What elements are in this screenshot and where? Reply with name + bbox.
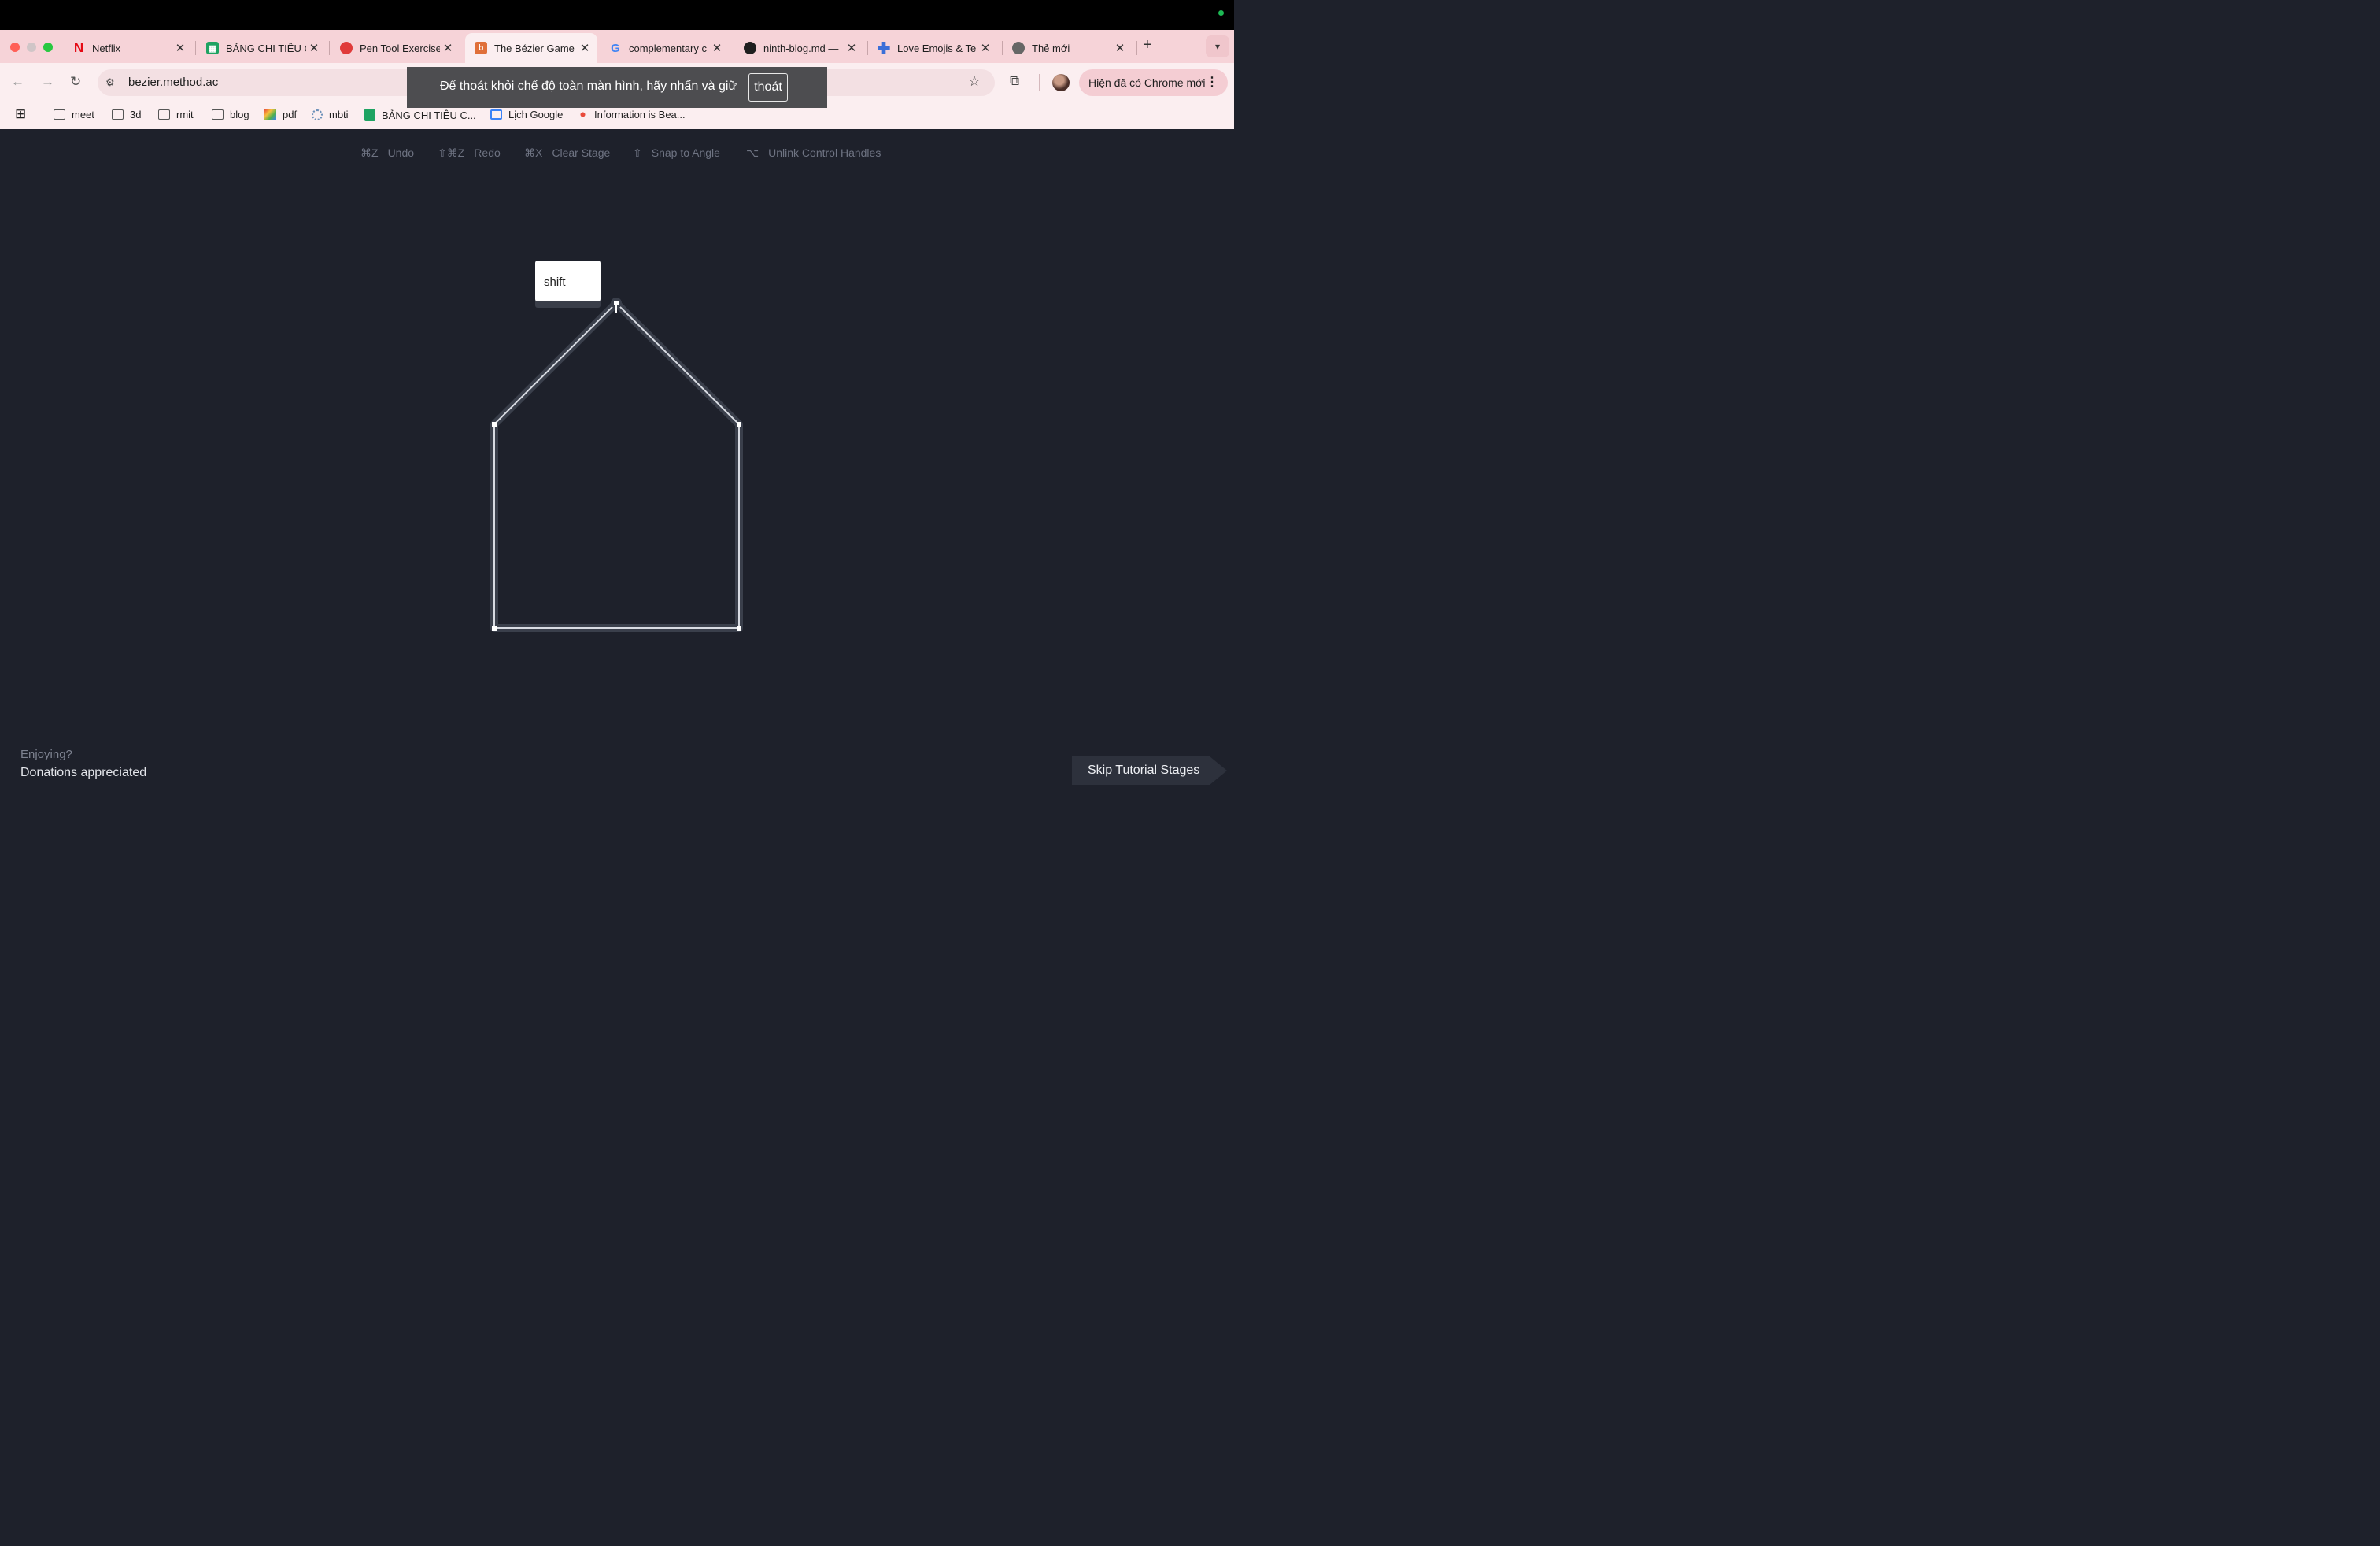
bookmark-label: meet: [72, 109, 94, 120]
close-window-icon[interactable]: [10, 43, 20, 52]
skip-tutorial-arrow[interactable]: [1210, 756, 1227, 785]
bookmark-label: Information is Bea...: [594, 109, 686, 120]
tab-github[interactable]: ninth-blog.md — ✕: [734, 33, 864, 63]
pen-tool-icon: [340, 42, 353, 54]
bezier-icon: b: [475, 42, 487, 54]
minimize-window-icon[interactable]: [27, 43, 36, 52]
apps-grid-icon[interactable]: ⊞: [15, 106, 26, 122]
chrome-icon: [1012, 42, 1025, 54]
folder-icon: [54, 109, 65, 120]
tab-title: Thẻ mới: [1032, 42, 1070, 54]
tab-pen-tool[interactable]: Pen Tool Exercise ✕: [331, 33, 460, 63]
bookmark-label: BẢNG CHI TIÊU C...: [382, 109, 476, 121]
close-tab-icon[interactable]: ✕: [172, 41, 188, 55]
house-bezier-path[interactable]: [493, 301, 740, 629]
tab-title: Love Emojis & Te: [897, 42, 977, 54]
tab-title: Pen Tool Exercise: [360, 42, 440, 54]
new-tab-button[interactable]: +: [1143, 36, 1152, 54]
sheets-icon: [364, 109, 375, 121]
bookmark-rmit[interactable]: rmit: [158, 109, 194, 120]
tab-sheets[interactable]: ▦ BẢNG CHI TIÊU C ✕: [197, 33, 327, 63]
calendar-icon: [490, 109, 502, 120]
enjoying-text: Enjoying?: [20, 748, 72, 761]
google-icon: G: [611, 41, 620, 55]
close-tab-icon[interactable]: ✕: [577, 41, 593, 55]
profile-avatar[interactable]: [1052, 74, 1070, 91]
plus-icon: ✚: [877, 39, 891, 57]
anchor-point[interactable]: [492, 626, 497, 631]
tab-title: BẢNG CHI TIÊU C: [226, 42, 306, 54]
github-icon: [744, 42, 756, 54]
tab-netflix[interactable]: N Netflix ✕: [63, 33, 193, 63]
site-settings-icon[interactable]: ⚙: [105, 76, 115, 89]
netflix-icon: N: [73, 40, 84, 55]
folder-icon: [158, 109, 170, 120]
bookmark-sheets[interactable]: BẢNG CHI TIÊU C...: [364, 109, 476, 121]
bookmark-information-is-beautiful[interactable]: Information is Bea...: [578, 109, 686, 120]
close-tab-icon[interactable]: ✕: [844, 41, 859, 55]
tab-strip: N Netflix ✕ ▦ BẢNG CHI TIÊU C ✕ Pen Tool…: [0, 30, 1234, 63]
anchor-point[interactable]: [737, 422, 741, 427]
bookmark-google-calendar[interactable]: Lịch Google: [490, 109, 563, 120]
tab-title: Netflix: [92, 42, 121, 54]
exit-key-badge: thoát: [748, 73, 788, 102]
bookmark-meet[interactable]: meet: [54, 109, 94, 120]
system-top-bar: [0, 0, 1234, 30]
forward-arrow-icon[interactable]: →: [41, 74, 54, 90]
url-text[interactable]: bezier.method.ac: [128, 76, 218, 89]
drawing-stage[interactable]: [0, 130, 1234, 744]
close-tab-icon[interactable]: ✕: [978, 41, 993, 55]
bookmark-star-icon[interactable]: ☆: [968, 73, 981, 90]
tab-new-tab[interactable]: Thẻ mới ✕: [1003, 33, 1133, 63]
close-tab-icon[interactable]: ✕: [1112, 41, 1128, 55]
mbti-icon: [312, 109, 323, 120]
bookmark-label: blog: [230, 109, 249, 120]
close-tab-icon[interactable]: ✕: [440, 41, 456, 55]
folder-icon: [212, 109, 224, 120]
folder-icon: [112, 109, 124, 120]
chrome-update-label: Hiện đã có Chrome mới: [1088, 76, 1206, 89]
fullscreen-exit-toast: Để thoát khỏi chế độ toàn màn hình, hãy …: [407, 67, 827, 108]
fullscreen-exit-message: Để thoát khỏi chế độ toàn màn hình, hãy …: [440, 80, 737, 93]
house-shape-outline: [490, 299, 743, 632]
bookmark-mbti[interactable]: mbti: [312, 109, 349, 120]
close-tab-icon[interactable]: ✕: [306, 41, 322, 55]
bookmark-label: pdf: [283, 109, 298, 120]
info-beautiful-icon: [578, 109, 588, 120]
maximize-window-icon[interactable]: [43, 43, 53, 52]
tab-title: complementary c: [629, 42, 707, 54]
close-tab-icon[interactable]: ✕: [709, 41, 725, 55]
camera-indicator-icon: [1218, 10, 1224, 16]
pdf-icon: [264, 109, 276, 120]
bookmark-label: mbti: [329, 109, 349, 120]
tab-title: ninth-blog.md —: [763, 42, 839, 54]
tab-title: The Bézier Game: [494, 42, 575, 54]
bookmark-label: 3d: [130, 109, 142, 120]
tab-love-emojis[interactable]: ✚ Love Emojis & Te ✕: [868, 33, 998, 63]
bookmark-blog[interactable]: blog: [212, 109, 249, 120]
bookmark-pdf[interactable]: pdf: [264, 109, 297, 120]
anchor-point[interactable]: [737, 626, 741, 631]
back-arrow-icon[interactable]: ←: [11, 74, 24, 90]
tab-google-search[interactable]: G complementary c ✕: [600, 33, 730, 63]
tab-search-chevron-icon[interactable]: ▾: [1206, 35, 1229, 57]
chrome-update-button[interactable]: Hiện đã có Chrome mới ⋮: [1079, 69, 1228, 96]
reload-icon[interactable]: ↻: [70, 74, 81, 90]
donations-link[interactable]: Donations appreciated: [20, 766, 146, 780]
sheets-icon: ▦: [206, 42, 219, 54]
bookmark-3d[interactable]: 3d: [112, 109, 141, 120]
anchor-point[interactable]: [492, 422, 497, 427]
extensions-icon[interactable]: ⧉: [1010, 73, 1019, 89]
skip-tutorial-button[interactable]: Skip Tutorial Stages: [1072, 756, 1210, 785]
shift-key-indicator: shift: [535, 261, 601, 301]
bookmark-label: Lịch Google: [508, 109, 564, 120]
bookmark-label: rmit: [176, 109, 194, 120]
tab-bezier-game[interactable]: b The Bézier Game ✕: [465, 33, 597, 63]
more-menu-icon[interactable]: ⋮: [1206, 69, 1218, 96]
